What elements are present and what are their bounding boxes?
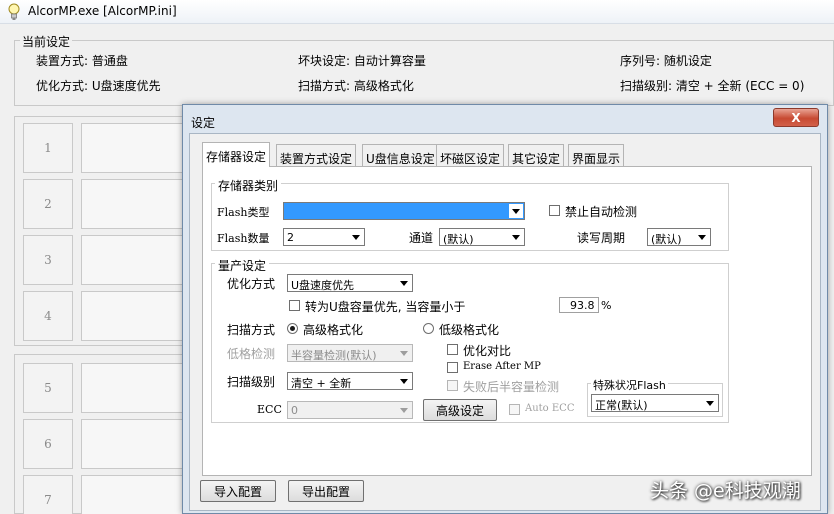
window-title: AlcorMP.exe [AlcorMP.ini] bbox=[28, 4, 177, 18]
chevron-down-icon bbox=[509, 230, 523, 244]
ecc-label: ECC bbox=[257, 403, 282, 416]
dialog-body: 存储器设定 装置方式设定 U盘信息设定 坏磁区设定 其它设定 界面显示 存储器类… bbox=[189, 133, 821, 511]
channel-label: 通道 bbox=[409, 231, 434, 245]
chevron-down-icon bbox=[695, 230, 709, 244]
capacity-threshold-input[interactable]: 93.8 bbox=[559, 297, 599, 313]
special-flash-label: 特殊状况Flash bbox=[591, 377, 668, 393]
tab-display[interactable]: 界面显示 bbox=[568, 144, 625, 166]
import-config-button[interactable]: 导入配置 bbox=[200, 480, 276, 502]
chevron-down-icon bbox=[509, 204, 523, 218]
optimize-value: U盘速度优先 bbox=[291, 279, 355, 292]
optimize-compare-checkbox[interactable] bbox=[447, 344, 458, 355]
chevron-down-icon bbox=[397, 403, 411, 417]
scan-mode-label: 扫描方式 bbox=[227, 323, 276, 337]
rw-cycle-select[interactable]: (默认) bbox=[647, 228, 711, 246]
erase-after-mp-label: Erase After MP bbox=[463, 361, 541, 372]
slot-button-5[interactable]: 5 bbox=[23, 363, 73, 413]
tab-udisk-info[interactable]: U盘信息设定 bbox=[362, 144, 439, 166]
scan-low-label: 低级格式化 bbox=[439, 323, 500, 337]
disable-auto-detect-label: 禁止自动检测 bbox=[565, 205, 638, 219]
chevron-down-icon bbox=[397, 276, 411, 290]
current-bad-block: 坏块设定: 自动计算容量 bbox=[298, 54, 426, 68]
current-scan-mode: 扫描方式: 高级格式化 bbox=[298, 79, 414, 93]
special-flash-select[interactable]: 正常(默认) bbox=[591, 394, 719, 412]
chevron-down-icon bbox=[703, 396, 717, 410]
current-settings-label: 当前设定 bbox=[20, 33, 73, 50]
production-settings-label: 量产设定 bbox=[215, 257, 270, 274]
low-detect-label: 低格检测 bbox=[227, 347, 276, 361]
flash-count-value: 2 bbox=[287, 231, 294, 244]
current-install-mode: 装置方式: 普通盘 bbox=[36, 54, 128, 68]
slot-button-2[interactable]: 2 bbox=[23, 179, 73, 229]
slot-button-6[interactable]: 6 bbox=[23, 419, 73, 469]
chevron-down-icon bbox=[349, 230, 363, 244]
optimize-label: 优化方式 bbox=[227, 277, 276, 291]
special-flash-value: 正常(默认) bbox=[595, 399, 648, 412]
fail-half-detect-checkbox[interactable] bbox=[447, 380, 458, 391]
scan-level-value: 清空 + 全新 bbox=[291, 377, 352, 390]
storage-category-label: 存储器类别 bbox=[215, 177, 282, 194]
capacity-threshold-value: 93.8 bbox=[570, 299, 595, 312]
low-detect-value: 半容量检测(默认) bbox=[291, 349, 377, 362]
lightbulb-icon bbox=[8, 3, 20, 20]
fail-half-detect-label: 失败后半容量检测 bbox=[463, 380, 560, 394]
tab-bad-block[interactable]: 坏磁区设定 bbox=[436, 144, 505, 166]
ecc-value: 0 bbox=[291, 404, 298, 417]
channel-select[interactable]: (默认) bbox=[439, 228, 525, 246]
chevron-down-icon bbox=[397, 374, 411, 388]
scan-high-radio[interactable] bbox=[287, 323, 298, 334]
slot-button-3[interactable]: 3 bbox=[23, 235, 73, 285]
disable-auto-detect-checkbox[interactable] bbox=[549, 205, 560, 216]
tab-install-mode[interactable]: 装置方式设定 bbox=[276, 144, 357, 166]
tab-other[interactable]: 其它设定 bbox=[508, 144, 565, 166]
storage-tab-page: 存储器类别 Flash类型 禁止自动检测 Flash数量 2 通道 (默认) 读… bbox=[202, 166, 812, 476]
auto-ecc-label: Auto ECC bbox=[525, 403, 575, 414]
flash-count-select[interactable]: 2 bbox=[283, 228, 365, 246]
current-scan-level: 扫描级别: 清空 + 全新 (ECC = 0) bbox=[620, 79, 805, 93]
erase-after-mp-checkbox[interactable] bbox=[447, 362, 458, 373]
slot-button-1[interactable]: 1 bbox=[23, 123, 73, 173]
rw-cycle-label: 读写周期 bbox=[577, 231, 626, 245]
chevron-down-icon bbox=[397, 346, 411, 360]
channel-value: (默认) bbox=[443, 233, 474, 246]
low-detect-select[interactable]: 半容量检测(默认) bbox=[287, 344, 413, 362]
dialog-title: 设定 bbox=[191, 116, 216, 130]
close-button[interactable]: X bbox=[773, 108, 819, 127]
watermark: 头条 @e科技观潮 bbox=[650, 480, 801, 502]
rw-cycle-value: (默认) bbox=[651, 233, 682, 246]
current-serial: 序列号: 随机设定 bbox=[620, 54, 712, 68]
ecc-select[interactable]: 0 bbox=[287, 401, 413, 419]
close-icon: X bbox=[791, 110, 801, 125]
slot-button-4[interactable]: 4 bbox=[23, 291, 73, 341]
slot-button-7[interactable]: 7 bbox=[23, 475, 73, 514]
current-settings-group bbox=[14, 40, 834, 106]
main-title-bar: AlcorMP.exe [AlcorMP.ini] bbox=[0, 0, 834, 24]
optimize-select[interactable]: U盘速度优先 bbox=[287, 274, 413, 292]
flash-type-select[interactable] bbox=[283, 202, 525, 220]
flash-count-label: Flash数量 bbox=[217, 232, 270, 245]
settings-dialog: 设定 X 存储器设定 装置方式设定 U盘信息设定 坏磁区设定 其它设定 界面显示… bbox=[182, 104, 828, 514]
auto-ecc-checkbox[interactable] bbox=[509, 404, 520, 415]
scan-low-radio[interactable] bbox=[423, 323, 434, 334]
percent-unit: % bbox=[601, 299, 612, 312]
scan-high-label: 高级格式化 bbox=[303, 323, 364, 337]
convert-capacity-checkbox[interactable] bbox=[289, 300, 300, 311]
export-config-button[interactable]: 导出配置 bbox=[288, 480, 364, 502]
scan-level-select[interactable]: 清空 + 全新 bbox=[287, 372, 413, 390]
scan-level-label: 扫描级别 bbox=[227, 375, 276, 389]
current-optimize: 优化方式: U盘速度优先 bbox=[36, 79, 161, 93]
tab-storage[interactable]: 存储器设定 bbox=[202, 142, 271, 167]
optimize-compare-label: 优化对比 bbox=[463, 344, 512, 358]
convert-capacity-label: 转为U盘容量优先, 当容量小于 bbox=[305, 300, 466, 314]
flash-type-label: Flash类型 bbox=[217, 206, 270, 219]
advanced-settings-button[interactable]: 高级设定 bbox=[423, 399, 497, 421]
